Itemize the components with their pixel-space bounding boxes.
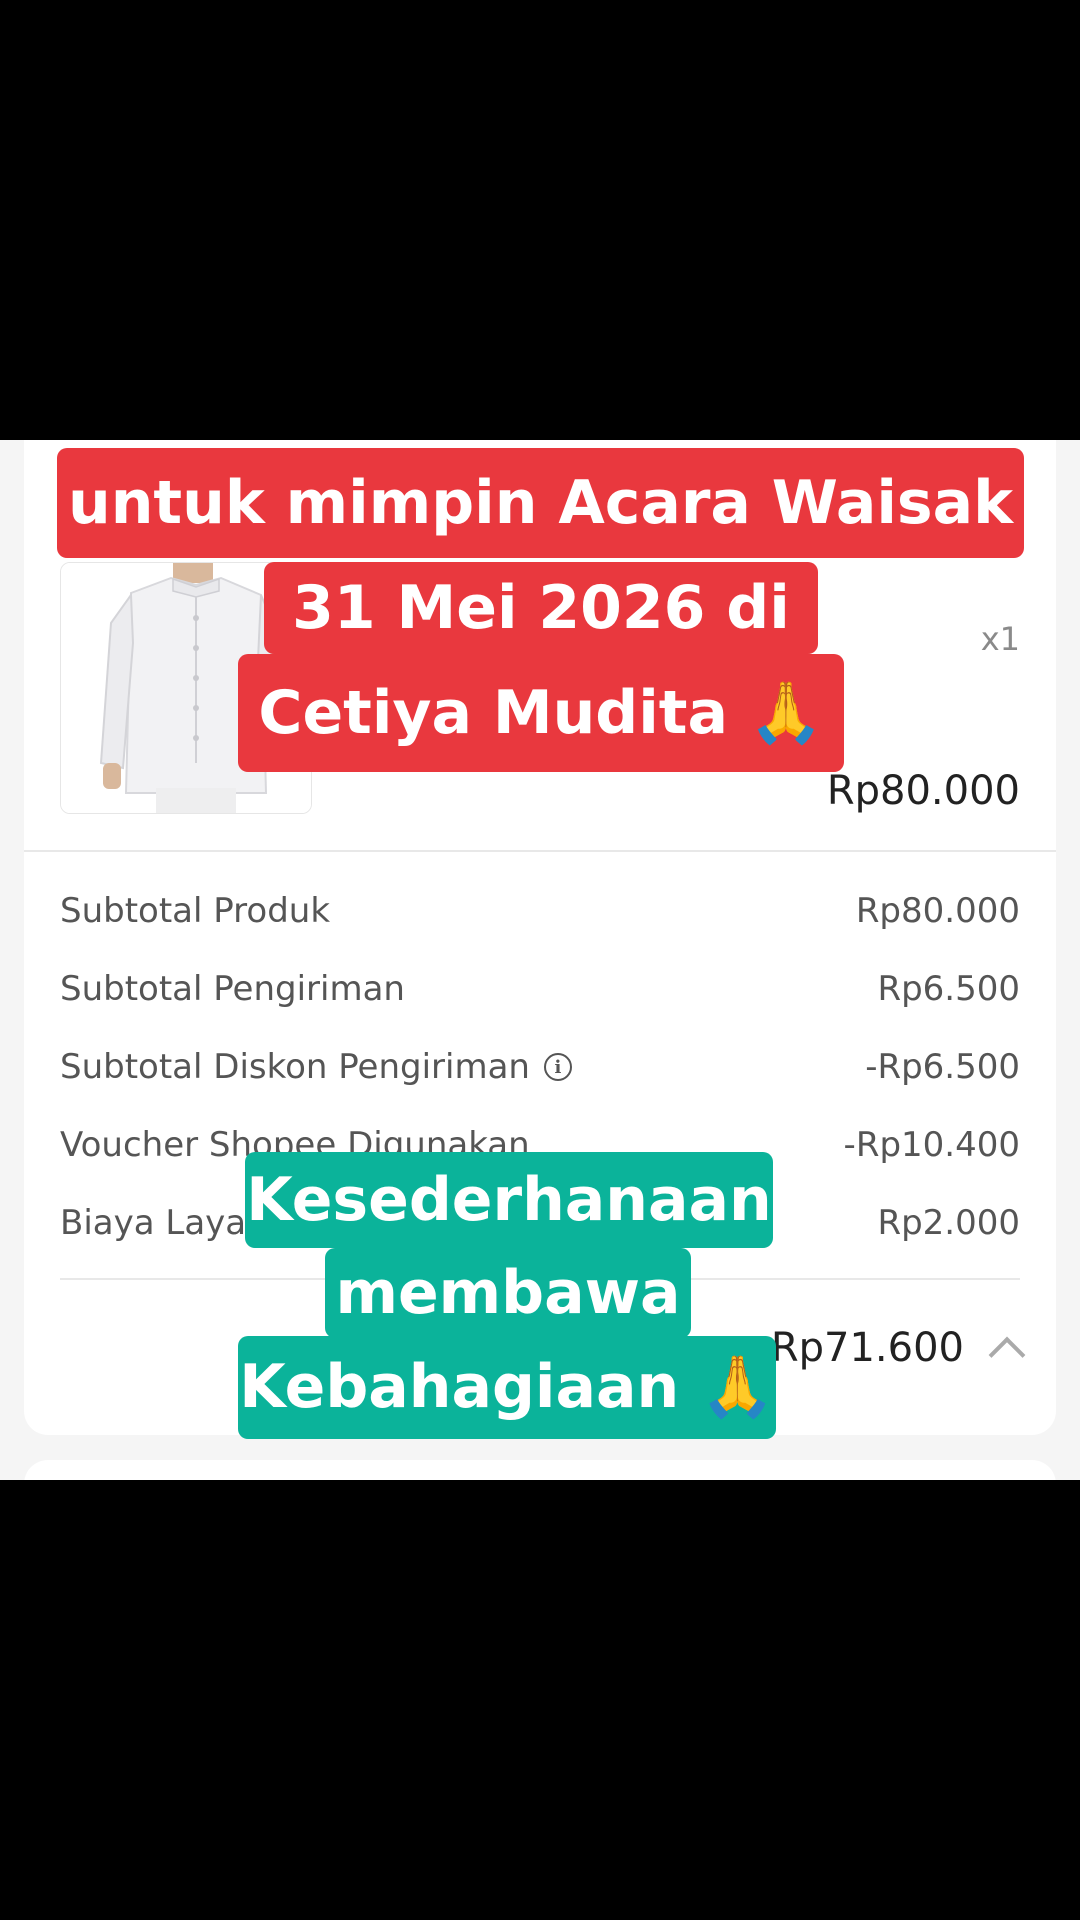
caption-top-line-2: 31 Mei 2026 di — [264, 562, 818, 654]
product-price: Rp80.000 — [826, 768, 1020, 814]
summary-value: -Rp10.400 — [843, 1125, 1020, 1165]
total-amount: Rp71.600 — [770, 1325, 964, 1371]
summary-row-subtotal-pengiriman: Subtotal Pengiriman Rp6.500 — [60, 966, 1020, 1012]
order-total[interactable]: Rp71.600 — [770, 1325, 1026, 1374]
summary-value: Rp2.000 — [877, 1203, 1020, 1243]
summary-label: Subtotal Produk — [60, 891, 331, 931]
caption-bottom-line-1: Kesederhanaan — [245, 1152, 773, 1248]
next-card — [24, 1460, 1056, 1480]
summary-row-diskon-pengiriman: Subtotal Diskon Pengiriman i -Rp6.500 — [60, 1044, 1020, 1090]
summary-value: Rp6.500 — [877, 969, 1020, 1009]
chevron-up-icon[interactable] — [988, 1336, 1026, 1374]
caption-bottom-line-2: membawa — [325, 1248, 691, 1338]
product-quantity: x1 — [980, 620, 1020, 658]
summary-value: Rp80.000 — [855, 891, 1020, 931]
caption-top-line-3: Cetiya Mudita 🙏 — [238, 654, 844, 772]
caption-bottom-line-3: Kebahagiaan 🙏 — [238, 1336, 776, 1439]
summary-label: Subtotal Pengiriman — [60, 969, 405, 1009]
summary-row-subtotal-produk: Subtotal Produk Rp80.000 — [60, 888, 1020, 934]
summary-label: Subtotal Diskon Pengiriman — [60, 1047, 530, 1087]
summary-value: -Rp6.500 — [865, 1047, 1020, 1087]
divider — [24, 850, 1056, 852]
info-icon[interactable]: i — [543, 1053, 572, 1081]
caption-top-line-1: untuk mimpin Acara Waisak — [57, 448, 1024, 558]
